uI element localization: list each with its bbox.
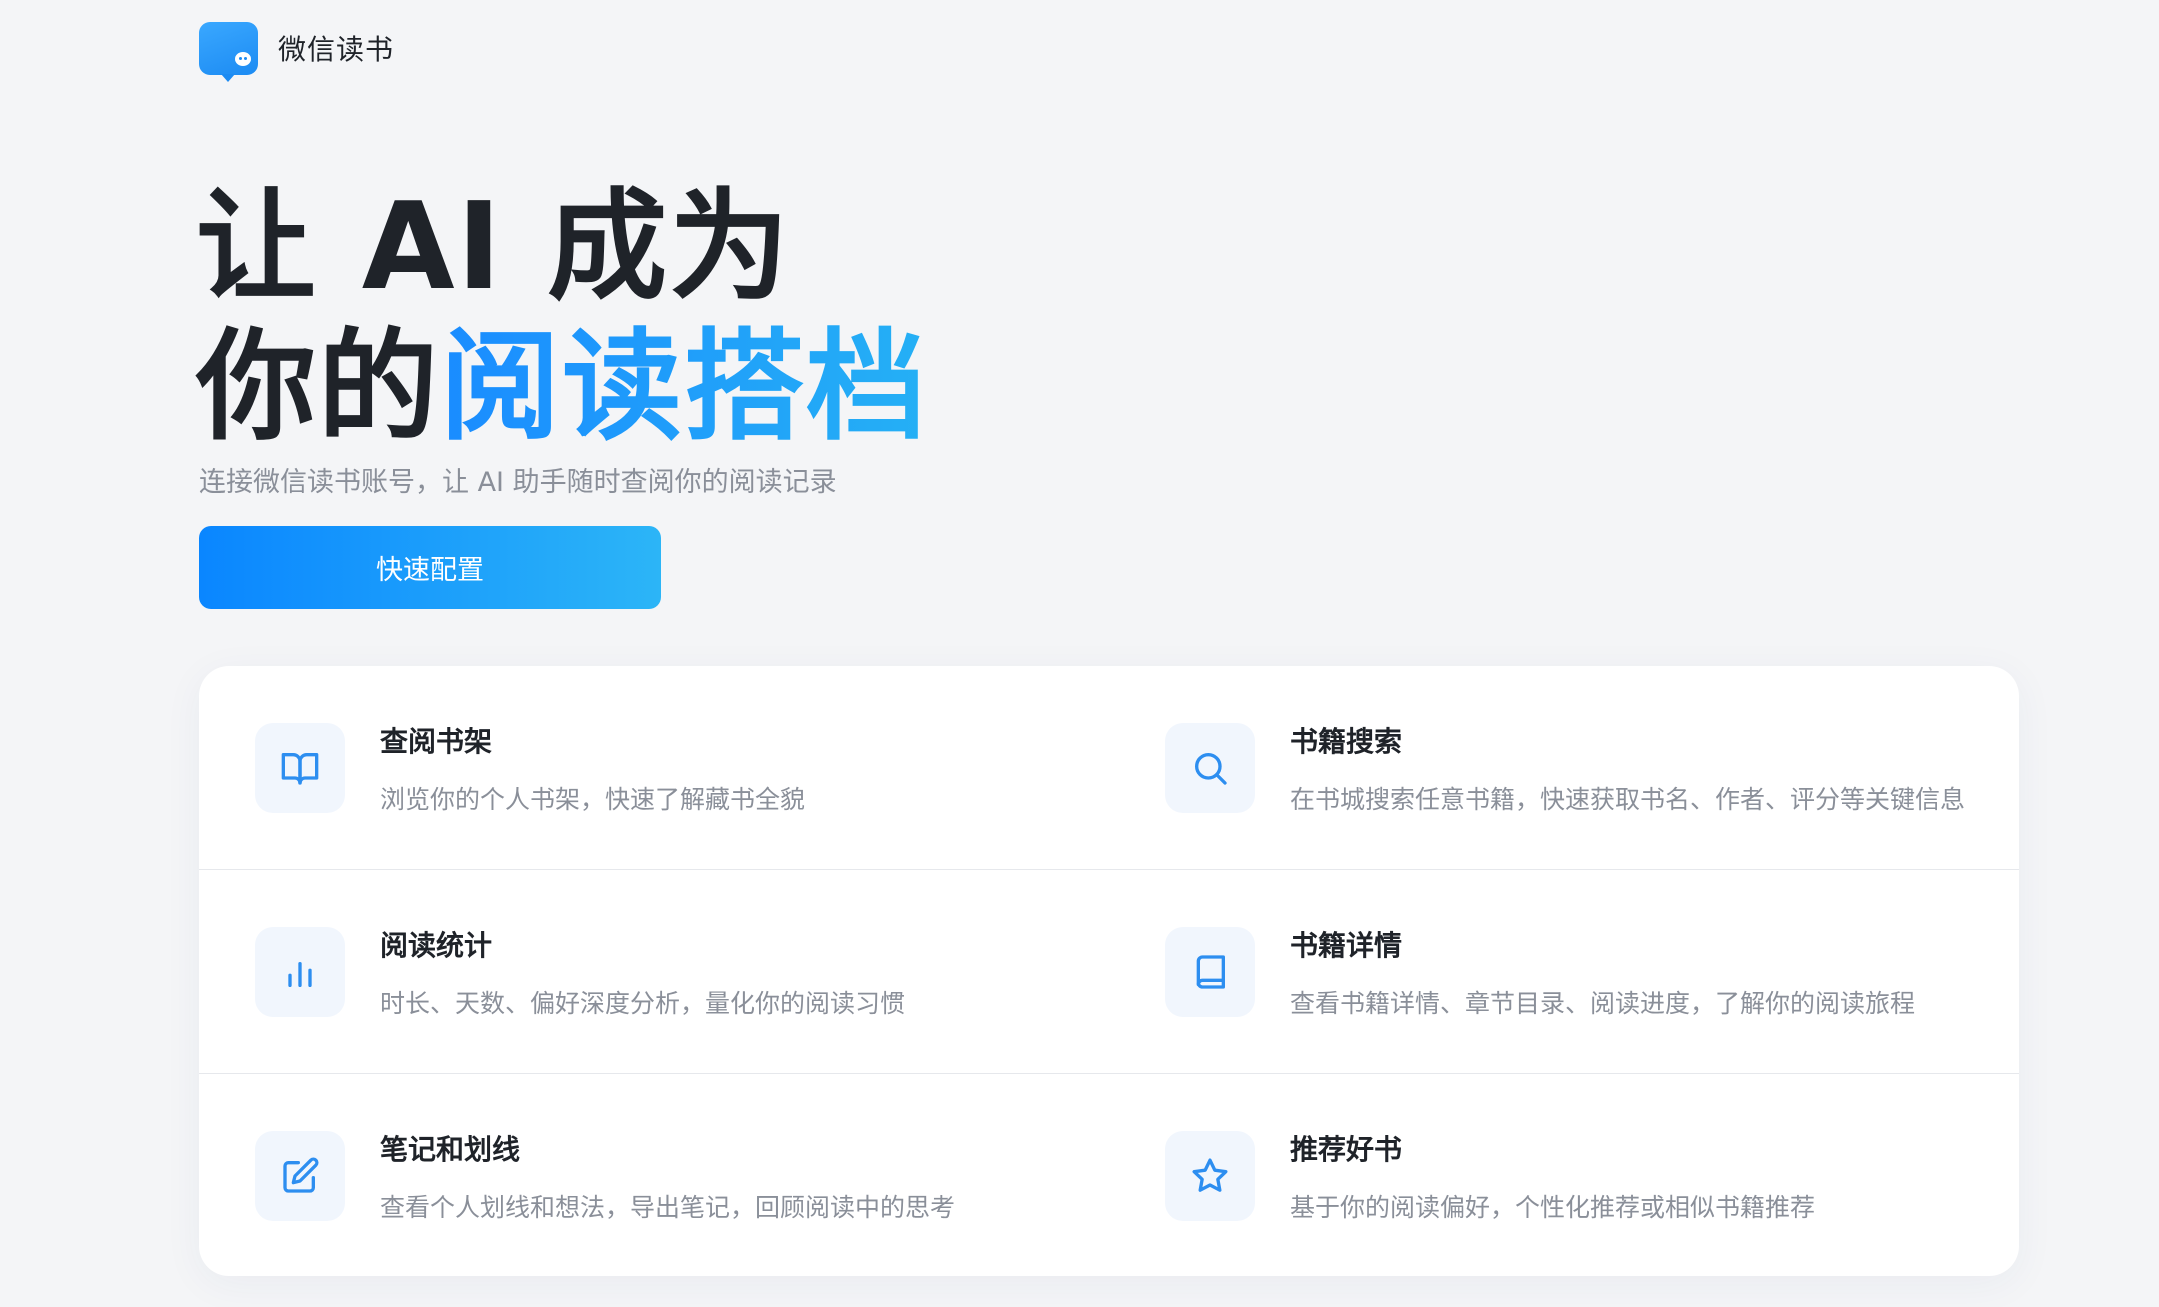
feature-notes[interactable]: 笔记和划线 查看个人划线和想法，导出笔记，回顾阅读中的思考 [199, 1074, 1109, 1276]
star-icon [1165, 1131, 1255, 1221]
feature-desc: 查看书籍详情、章节目录、阅读进度，了解你的阅读旅程 [1290, 988, 1916, 1018]
feature-title: 推荐好书 [1290, 1133, 1403, 1166]
weread-logo-icon [199, 21, 258, 82]
feature-title: 查阅书架 [380, 724, 493, 758]
feature-title: 书籍搜索 [1290, 724, 1403, 758]
feature-row: 查阅书架 浏览你的个人书架，快速了解藏书全貌 书籍搜索 在书城搜索任意书籍，快速… [199, 666, 2019, 870]
hero-title-accent: 阅读搭档 [440, 318, 928, 457]
hero-subtitle: 连接微信读书账号，让 AI 助手随时查阅你的阅读记录 [199, 467, 837, 498]
landing-page: 微信读书 让 AI 成为 你的阅读搭档 连接微信读书账号，让 AI 助手随时查阅… [0, 0, 2159, 1307]
feature-desc: 在书城搜索任意书籍，快速获取书名、作者、评分等关键信息 [1290, 784, 1966, 814]
feature-row: 笔记和划线 查看个人划线和想法，导出笔记，回顾阅读中的思考 推荐好书 基于你的阅… [199, 1074, 2019, 1276]
feature-row: 阅读统计 时长、天数、偏好深度分析，量化你的阅读习惯 书籍详情 查看书籍详情、章… [199, 870, 2019, 1074]
feature-bookshelf[interactable]: 查阅书架 浏览你的个人书架，快速了解藏书全貌 [199, 666, 1109, 869]
feature-desc: 查看个人划线和想法，导出笔记，回顾阅读中的思考 [380, 1193, 956, 1222]
feature-card: 查阅书架 浏览你的个人书架，快速了解藏书全貌 书籍搜索 在书城搜索任意书籍，快速… [199, 666, 2019, 1276]
feature-desc: 浏览你的个人书架，快速了解藏书全貌 [380, 784, 806, 814]
brand-name: 微信读书 [278, 33, 395, 66]
book-open-icon [255, 722, 345, 813]
feature-reading-stats[interactable]: 阅读统计 时长、天数、偏好深度分析，量化你的阅读习惯 [199, 870, 1109, 1073]
hero-title-line1: 让 AI 成为 [196, 178, 792, 317]
feature-book-details[interactable]: 书籍详情 查看书籍详情、章节目录、阅读进度，了解你的阅读旅程 [1109, 870, 2019, 1073]
chat-bubble-icon [235, 51, 251, 66]
hero-title: 让 AI 成为 你的阅读搭档 [196, 178, 928, 458]
bar-chart-icon [255, 926, 345, 1017]
feature-search[interactable]: 书籍搜索 在书城搜索任意书籍，快速获取书名、作者、评分等关键信息 [1109, 666, 2019, 869]
feature-title: 笔记和划线 [380, 1133, 521, 1166]
feature-desc: 基于你的阅读偏好，个性化推荐或相似书籍推荐 [1290, 1193, 1816, 1222]
feature-desc: 时长、天数、偏好深度分析，量化你的阅读习惯 [380, 988, 906, 1018]
book-icon [1165, 926, 1255, 1017]
hero-title-line2-prefix: 你的 [196, 318, 440, 457]
feature-title: 书籍详情 [1290, 928, 1403, 962]
edit-icon [255, 1131, 345, 1221]
search-icon [1165, 722, 1255, 813]
feature-title: 阅读统计 [380, 928, 493, 962]
brand[interactable]: 微信读书 [199, 20, 395, 82]
quick-setup-button[interactable]: 快速配置 [199, 526, 661, 609]
feature-recommend[interactable]: 推荐好书 基于你的阅读偏好，个性化推荐或相似书籍推荐 [1109, 1074, 2019, 1276]
